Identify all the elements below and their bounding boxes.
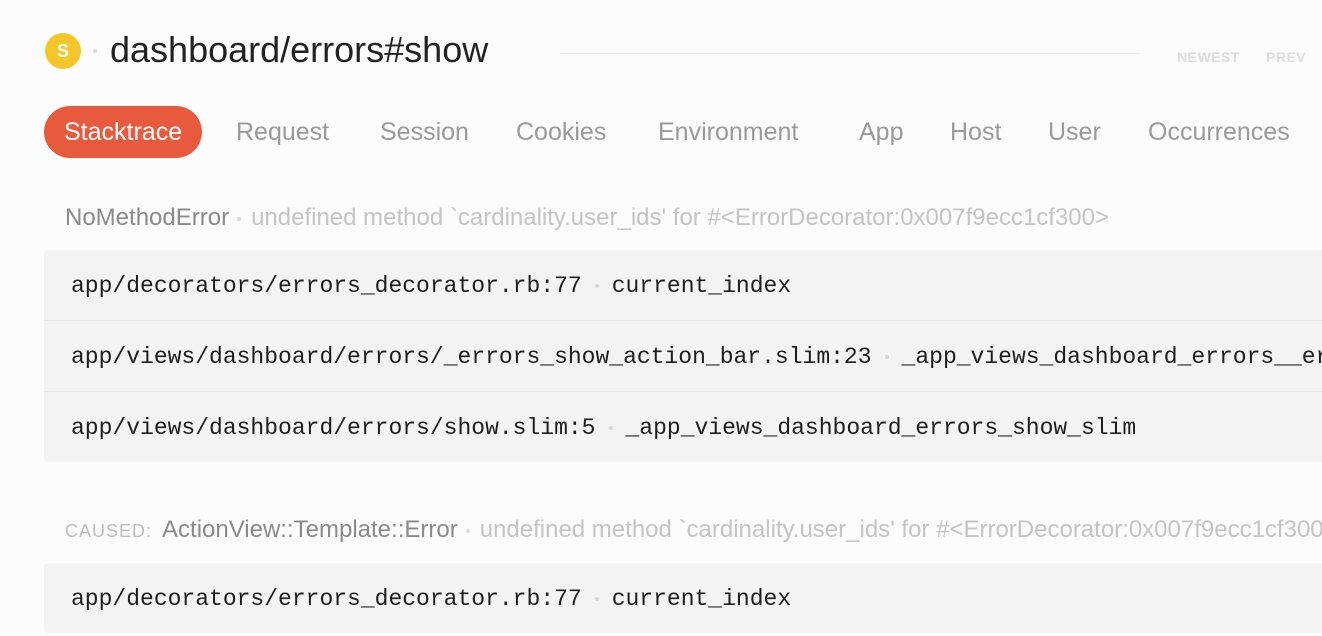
- frame-file: app/views/dashboard/errors/_errors_show_…: [71, 344, 872, 370]
- separator-dot-icon: [465, 528, 470, 533]
- separator-dot-icon: [608, 425, 613, 430]
- tab-user[interactable]: User: [1048, 106, 1101, 158]
- tab-request[interactable]: Request: [236, 106, 329, 158]
- error-message: undefined method `cardinality.user_ids' …: [251, 204, 1110, 231]
- frame-file: app/views/dashboard/errors/show.slim:5: [71, 415, 596, 441]
- separator-dot-icon: [594, 596, 599, 601]
- frame-method: current_index: [611, 586, 792, 612]
- frame-file: app/decorators/errors_decorator.rb:77: [71, 586, 582, 612]
- stack-frame[interactable]: app/decorators/errors_decorator.rb:77 cur…: [44, 250, 1322, 320]
- severity-badge: S: [45, 33, 81, 69]
- page-header: S dashboard/errors#show NEWEST PREV: [0, 0, 1322, 100]
- separator-dot-icon: [594, 283, 599, 288]
- tab-app[interactable]: App: [859, 106, 903, 158]
- frame-method: _app_views_dashboard_errors__errors_show…: [901, 344, 1322, 370]
- newest-link[interactable]: NEWEST: [1177, 49, 1240, 65]
- separator-dot-icon: [93, 49, 97, 53]
- tab-host[interactable]: Host: [950, 106, 1001, 158]
- error-detail-page: S dashboard/errors#show NEWEST PREV Stac…: [0, 0, 1322, 636]
- tab-occurrences[interactable]: Occurrences: [1148, 106, 1290, 158]
- stacktrace-box: app/decorators/errors_decorator.rb:77 cur…: [44, 250, 1322, 462]
- frame-method: current_index: [611, 273, 792, 299]
- error-class: NoMethodError: [65, 204, 230, 231]
- tab-session[interactable]: Session: [380, 106, 469, 158]
- detail-tabs: Stacktrace Request Session Cookies Envir…: [44, 106, 1322, 158]
- error-heading: NoMethodError undefined method `cardinali…: [65, 202, 1109, 234]
- page-title: dashboard/errors#show: [110, 29, 489, 70]
- frame-file: app/decorators/errors_decorator.rb:77: [71, 273, 582, 299]
- stack-frame[interactable]: app/views/dashboard/errors/show.slim:5 _a…: [44, 391, 1322, 462]
- separator-dot-icon: [237, 216, 242, 221]
- tab-cookies[interactable]: Cookies: [516, 106, 606, 158]
- stack-frame[interactable]: app/decorators/errors_decorator.rb:77 cur…: [44, 563, 1322, 633]
- error-class: ActionView::Template::Error: [162, 516, 458, 543]
- caused-stacktrace-box: app/decorators/errors_decorator.rb:77 cur…: [44, 563, 1322, 633]
- frame-method: _app_views_dashboard_errors_show_slim: [625, 415, 1137, 441]
- tab-environment[interactable]: Environment: [658, 106, 798, 158]
- prev-link[interactable]: PREV: [1266, 49, 1306, 65]
- stack-frame[interactable]: app/views/dashboard/errors/_errors_show_…: [44, 320, 1322, 391]
- error-message: undefined method `cardinality.user_ids' …: [479, 516, 1322, 543]
- tab-stacktrace[interactable]: Stacktrace: [44, 106, 203, 158]
- header-divider: [560, 53, 1140, 54]
- caused-error-heading: CAUSED: ActionView::Template::Error undefi…: [65, 514, 1322, 546]
- caused-label: CAUSED:: [65, 521, 153, 541]
- separator-dot-icon: [884, 354, 889, 359]
